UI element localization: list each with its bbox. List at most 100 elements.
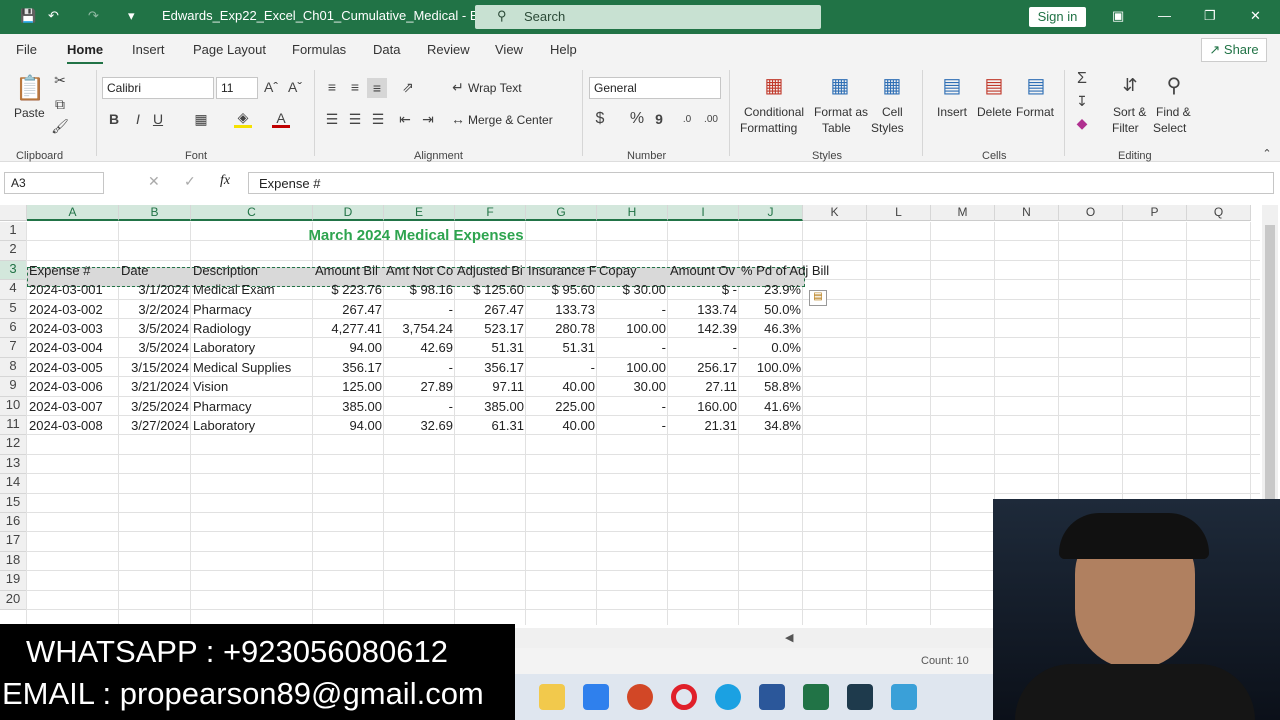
data-cell[interactable]: 21.31 xyxy=(668,416,739,435)
row-header-7[interactable]: 7 xyxy=(0,338,27,358)
data-cell[interactable]: Pharmacy xyxy=(191,300,313,319)
column-header-A[interactable]: A xyxy=(27,205,119,221)
sort-filter-label[interactable]: Sort & xyxy=(1113,105,1146,119)
data-cell[interactable]: 40.00 xyxy=(526,416,597,435)
row-header-15[interactable]: 15 xyxy=(0,493,27,513)
data-cell[interactable]: 30.00 xyxy=(597,377,668,396)
header-cell-7[interactable]: Copay xyxy=(597,261,668,280)
redo-icon[interactable]: ↷ xyxy=(88,8,99,24)
data-cell[interactable]: Medical Supplies xyxy=(191,358,313,377)
bold-button[interactable]: B xyxy=(106,110,122,128)
column-header-C[interactable]: C xyxy=(191,205,313,221)
terminal-icon[interactable] xyxy=(847,684,873,710)
format-as-table-label2[interactable]: Table xyxy=(822,121,851,135)
data-cell[interactable]: Radiology xyxy=(191,319,313,338)
delete-cells-button[interactable]: Delete xyxy=(977,105,1012,119)
data-cell[interactable]: 3/1/2024 xyxy=(119,280,191,299)
collapse-ribbon-icon[interactable]: ⌃ xyxy=(1260,146,1274,160)
data-cell[interactable]: 3/21/2024 xyxy=(119,377,191,396)
customize-qat-icon[interactable]: ▾ xyxy=(128,8,135,24)
comma-style-button[interactable]: 9 xyxy=(652,110,666,128)
store-icon[interactable] xyxy=(583,684,609,710)
percent-style-button[interactable]: % xyxy=(628,110,646,128)
font-size-dropdown[interactable]: 11 xyxy=(216,77,258,99)
data-cell[interactable]: 267.47 xyxy=(313,300,384,319)
insert-function-icon[interactable]: fx xyxy=(220,173,230,189)
data-cell[interactable]: 2024-03-003 xyxy=(27,319,119,338)
data-cell[interactable]: $ 223.76 xyxy=(313,280,384,299)
conditional-formatting-icon[interactable]: ▦ xyxy=(760,72,788,98)
conditional-formatting-label2[interactable]: Formatting xyxy=(740,121,797,135)
data-cell[interactable]: - xyxy=(597,397,668,416)
data-cell[interactable]: $ 125.60 xyxy=(455,280,526,299)
data-cell[interactable]: - xyxy=(384,358,455,377)
data-cell[interactable]: 50.0% xyxy=(739,300,803,319)
column-header-D[interactable]: D xyxy=(313,205,384,221)
row-header-19[interactable]: 19 xyxy=(0,571,27,591)
data-cell[interactable]: - xyxy=(597,338,668,357)
underline-button[interactable]: U xyxy=(150,110,166,128)
data-cell[interactable]: Laboratory xyxy=(191,416,313,435)
data-cell[interactable]: 2024-03-008 xyxy=(27,416,119,435)
row-header-9[interactable]: 9 xyxy=(0,377,27,397)
data-cell[interactable]: 3/15/2024 xyxy=(119,358,191,377)
row-header-17[interactable]: 17 xyxy=(0,532,27,552)
data-cell[interactable]: 3/5/2024 xyxy=(119,319,191,338)
fill-color-icon[interactable]: ◈ xyxy=(234,109,252,128)
tab-formulas[interactable]: Formulas xyxy=(292,42,346,57)
tab-review[interactable]: Review xyxy=(427,42,470,57)
row-header-1[interactable]: 1 xyxy=(0,222,27,242)
data-cell[interactable]: Vision xyxy=(191,377,313,396)
font-color-icon[interactable]: A xyxy=(272,110,290,128)
align-bottom-icon[interactable]: ≡ xyxy=(367,78,387,98)
data-cell[interactable]: $ 98.16 xyxy=(384,280,455,299)
decrease-decimal-icon[interactable]: .00 xyxy=(702,110,720,128)
tab-insert[interactable]: Insert xyxy=(132,42,165,57)
data-cell[interactable]: 94.00 xyxy=(313,338,384,357)
sort-filter-label2[interactable]: Filter xyxy=(1112,121,1139,135)
word-icon[interactable] xyxy=(759,684,785,710)
conditional-formatting-label[interactable]: Conditional xyxy=(744,105,804,119)
row-header-5[interactable]: 5 xyxy=(0,299,27,319)
data-cell[interactable]: - xyxy=(597,300,668,319)
undo-icon[interactable]: ↶ xyxy=(48,8,59,24)
row-header-10[interactable]: 10 xyxy=(0,396,27,416)
file-explorer-icon[interactable] xyxy=(539,684,565,710)
data-cell[interactable]: 356.17 xyxy=(455,358,526,377)
header-cell-6[interactable]: Insurance F xyxy=(526,261,597,280)
data-cell[interactable]: 3/5/2024 xyxy=(119,338,191,357)
align-middle-icon[interactable]: ≡ xyxy=(346,78,364,96)
row-header-12[interactable]: 12 xyxy=(0,435,27,455)
name-box[interactable]: A3 xyxy=(4,172,104,194)
format-cells-button[interactable]: Format xyxy=(1016,105,1054,119)
search-box[interactable]: ⚲ Search xyxy=(475,5,821,29)
merge-center-button[interactable]: Merge & Center xyxy=(468,113,553,127)
data-cell[interactable]: Pharmacy xyxy=(191,397,313,416)
copy-icon[interactable]: ⧉ xyxy=(52,96,68,112)
header-cell-5[interactable]: Adjusted Bi xyxy=(455,261,526,280)
data-cell[interactable]: 100.00 xyxy=(597,358,668,377)
font-name-dropdown[interactable]: Calibri xyxy=(102,77,214,99)
column-header-Q[interactable]: Q xyxy=(1187,205,1251,221)
tab-page-layout[interactable]: Page Layout xyxy=(193,42,266,57)
data-cell[interactable]: $ - xyxy=(668,280,739,299)
data-cell[interactable]: 2024-03-007 xyxy=(27,397,119,416)
data-cell[interactable]: 125.00 xyxy=(313,377,384,396)
tab-help[interactable]: Help xyxy=(550,42,577,57)
data-cell[interactable]: - xyxy=(384,300,455,319)
header-cell-3[interactable]: Amount Bil xyxy=(313,261,384,280)
data-cell[interactable]: 256.17 xyxy=(668,358,739,377)
data-cell[interactable]: 94.00 xyxy=(313,416,384,435)
wrap-text-button[interactable]: Wrap Text xyxy=(468,81,522,95)
data-cell[interactable]: 2024-03-001 xyxy=(27,280,119,299)
header-cell-8[interactable]: Amount Ov xyxy=(668,261,739,280)
data-cell[interactable]: 2024-03-005 xyxy=(27,358,119,377)
data-cell[interactable]: 523.17 xyxy=(455,319,526,338)
row-header-16[interactable]: 16 xyxy=(0,513,27,533)
cell-styles-icon[interactable]: ▦ xyxy=(878,72,906,98)
paste-icon[interactable]: 📋 xyxy=(14,72,46,104)
tab-file[interactable]: File xyxy=(16,42,37,57)
insert-cells-icon[interactable]: ▤ xyxy=(938,72,966,98)
data-cell[interactable]: 27.89 xyxy=(384,377,455,396)
data-cell[interactable]: 97.11 xyxy=(455,377,526,396)
